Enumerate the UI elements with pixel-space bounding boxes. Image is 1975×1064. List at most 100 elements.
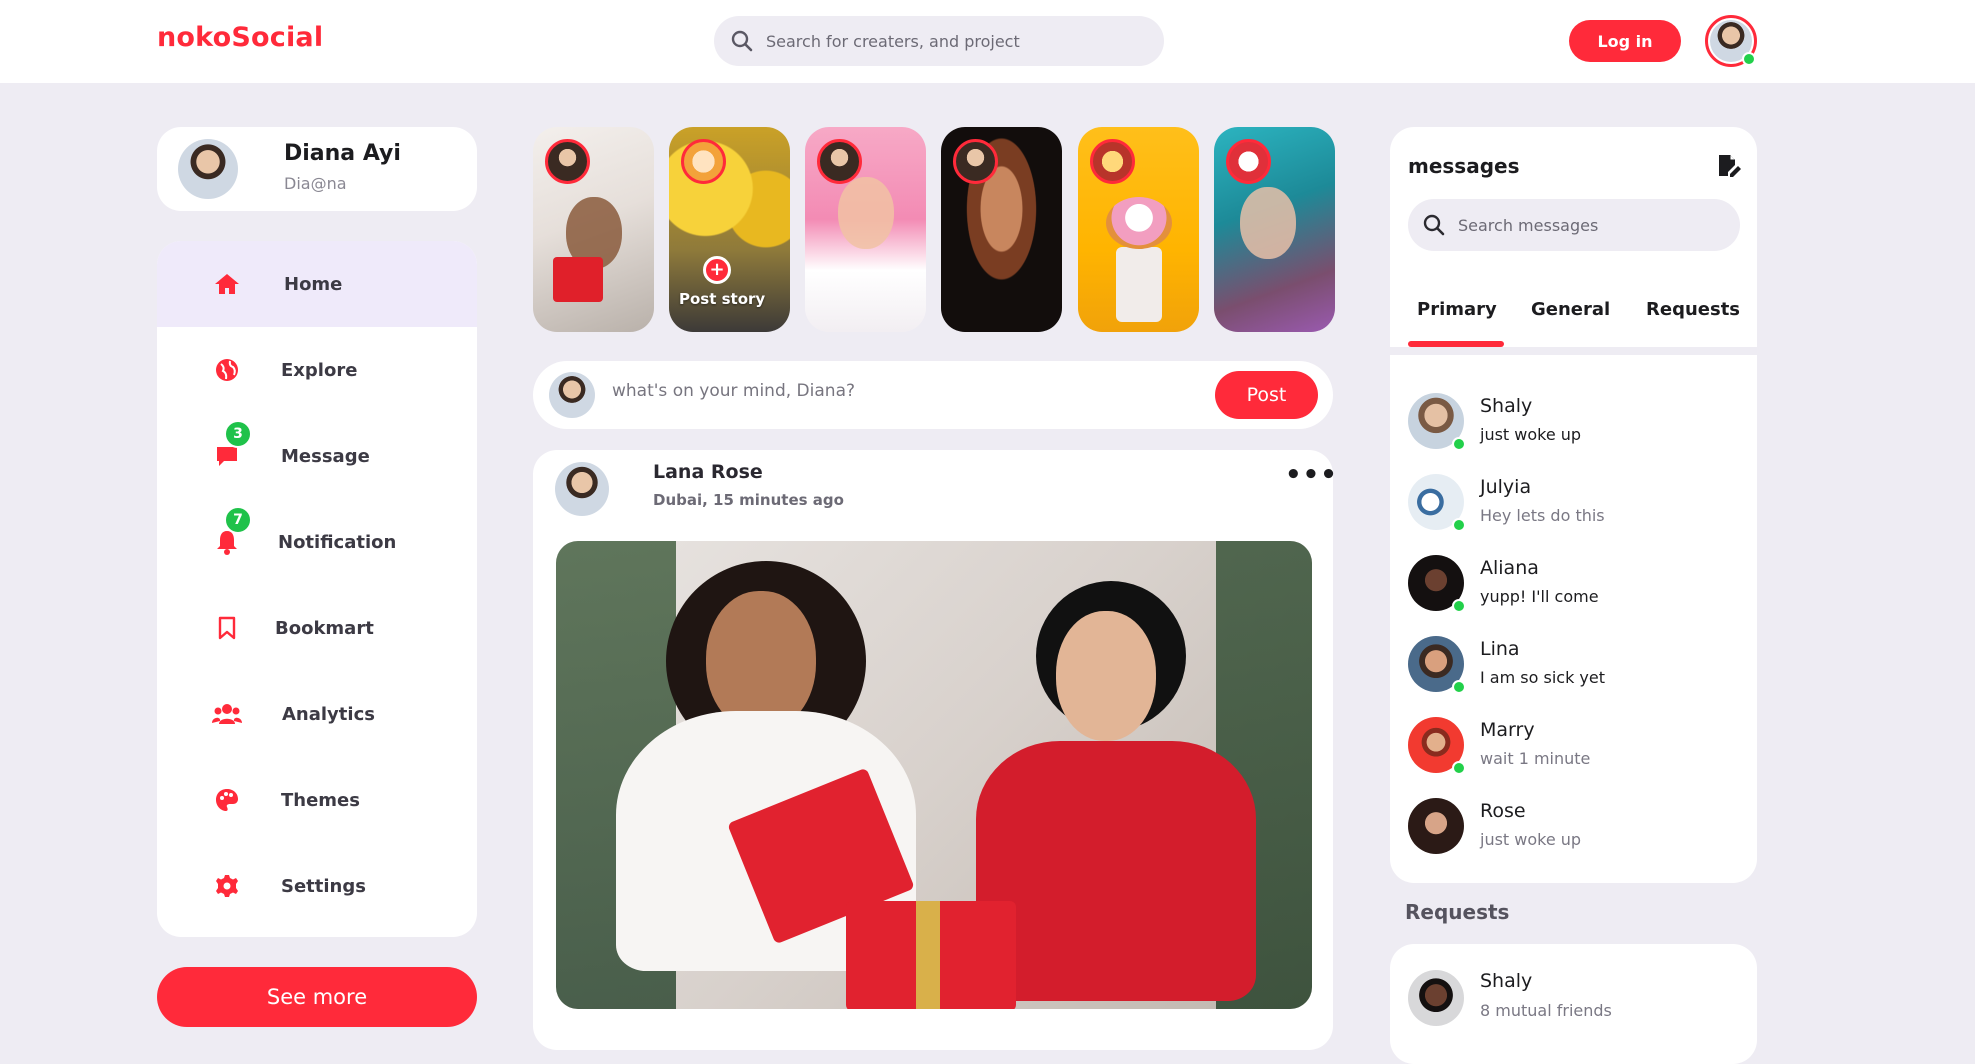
sidebar-nav: Home Explore 3 Message 7 Notification Bo… — [157, 241, 477, 937]
feed-post: Lana Rose Dubai, 15 minutes ago ••• — [533, 450, 1337, 1050]
contact-name: Marry — [1480, 719, 1535, 741]
search-icon — [1423, 214, 1445, 236]
compose-icon[interactable] — [1716, 153, 1742, 183]
gear-icon — [212, 871, 242, 901]
message-preview: just woke up — [1480, 830, 1582, 849]
globe-icon — [212, 355, 242, 385]
message-item[interactable]: Shaly just woke up — [1408, 393, 1738, 453]
plus-icon[interactable]: + — [703, 256, 731, 284]
contact-avatar — [1408, 717, 1466, 775]
online-indicator — [1452, 599, 1466, 613]
story-avatar — [1226, 139, 1271, 184]
sidebar-item-label: Analytics — [282, 703, 375, 725]
profile-handle: Dia@na — [284, 174, 347, 193]
message-preview: I am so sick yet — [1480, 668, 1606, 687]
post-composer: Post — [533, 361, 1333, 429]
login-button[interactable]: Log in — [1569, 20, 1681, 62]
more-options-icon[interactable]: ••• — [1285, 460, 1338, 490]
sidebar-item-bookmark[interactable]: Bookmart — [157, 585, 477, 671]
sidebar-item-settings[interactable]: Settings — [157, 843, 477, 929]
app-logo[interactable]: nokoSocial — [157, 22, 323, 53]
active-tab-indicator — [1408, 341, 1504, 347]
message-preview: wait 1 minute — [1480, 749, 1591, 768]
sidebar-item-label: Notification — [278, 531, 397, 553]
contact-avatar — [1408, 474, 1466, 532]
sidebar-item-label: Home — [284, 273, 343, 295]
messages-search-bar[interactable] — [1408, 199, 1740, 251]
online-indicator — [1452, 761, 1466, 775]
composer-avatar — [549, 372, 595, 418]
author-avatar[interactable] — [555, 462, 609, 516]
tab-general[interactable]: General — [1531, 299, 1610, 320]
story-card-post[interactable]: + Post story — [669, 127, 790, 332]
user-avatar[interactable] — [1705, 15, 1757, 67]
contact-name: Shaly — [1480, 395, 1533, 417]
online-indicator — [1452, 518, 1466, 532]
message-item[interactable]: Rose just woke up — [1408, 798, 1738, 858]
message-item[interactable]: Aliana yupp! I'll come — [1408, 555, 1738, 615]
post-story-label[interactable]: Post story — [679, 290, 765, 308]
home-icon — [212, 269, 242, 299]
sidebar-item-analytics[interactable]: Analytics — [157, 671, 477, 757]
contact-avatar — [1408, 798, 1464, 854]
story-card[interactable] — [533, 127, 654, 332]
requests-heading: Requests — [1405, 900, 1510, 924]
post-meta: Dubai, 15 minutes ago — [653, 491, 844, 509]
messages-search-input[interactable] — [1458, 215, 1740, 235]
story-avatar — [545, 139, 590, 184]
contact-avatar — [1408, 555, 1466, 613]
online-indicator — [1452, 680, 1466, 694]
post-author[interactable]: Lana Rose — [653, 461, 763, 483]
story-avatar — [681, 139, 726, 184]
sidebar-item-notification[interactable]: 7 Notification — [157, 499, 477, 585]
sidebar-item-label: Message — [281, 445, 370, 467]
palette-icon — [212, 785, 242, 815]
top-bar: nokoSocial Log in — [0, 0, 1975, 83]
sidebar-item-label: Settings — [281, 875, 366, 897]
story-card[interactable] — [1214, 127, 1335, 332]
post-image[interactable] — [556, 541, 1312, 1009]
message-item[interactable]: Marry wait 1 minute — [1408, 717, 1738, 777]
composer-input[interactable] — [612, 381, 1112, 401]
online-indicator — [1452, 437, 1466, 451]
sidebar-item-label: Bookmart — [275, 617, 374, 639]
sidebar-item-themes[interactable]: Themes — [157, 757, 477, 843]
post-button[interactable]: Post — [1215, 371, 1318, 419]
story-avatar — [953, 139, 998, 184]
contact-name: Lina — [1480, 638, 1520, 660]
online-indicator — [1742, 52, 1756, 66]
message-item[interactable]: Julyia Hey lets do this — [1408, 474, 1738, 534]
message-item[interactable]: Lina I am so sick yet — [1408, 636, 1738, 696]
message-preview: just woke up — [1480, 425, 1582, 444]
sidebar-item-label: Explore — [281, 359, 358, 381]
top-search-input[interactable] — [766, 31, 1164, 51]
request-avatar — [1408, 970, 1464, 1026]
sidebar-item-home[interactable]: Home — [157, 241, 477, 327]
message-count-badge: 3 — [224, 420, 252, 448]
tab-requests[interactable]: Requests — [1646, 299, 1740, 320]
sidebar-item-label: Themes — [281, 789, 360, 811]
top-search-bar[interactable] — [714, 16, 1164, 66]
request-name: Shaly — [1480, 970, 1533, 992]
friend-request-card[interactable]: Shaly 8 mutual friends — [1390, 944, 1757, 1064]
request-mutual-friends: 8 mutual friends — [1480, 1001, 1612, 1020]
sidebar-item-explore[interactable]: Explore — [157, 327, 477, 413]
story-card[interactable] — [1078, 127, 1199, 332]
story-card[interactable] — [941, 127, 1062, 332]
messages-panel: messages Primary General Requests Shaly … — [1390, 127, 1757, 883]
messages-title: messages — [1408, 154, 1520, 178]
search-icon — [731, 30, 753, 52]
message-preview: Hey lets do this — [1480, 506, 1605, 525]
tab-divider — [1390, 347, 1757, 355]
tab-primary[interactable]: Primary — [1417, 299, 1497, 320]
contact-name: Rose — [1480, 800, 1526, 822]
story-card[interactable] — [805, 127, 926, 332]
users-icon — [212, 699, 242, 729]
contact-name: Aliana — [1480, 557, 1539, 579]
notification-count-badge: 7 — [224, 506, 252, 534]
message-preview: yupp! I'll come — [1480, 587, 1599, 606]
story-avatar — [1090, 139, 1135, 184]
see-more-button[interactable]: See more — [157, 967, 477, 1027]
profile-card[interactable]: Diana Ayi Dia@na — [157, 127, 477, 211]
sidebar-item-message[interactable]: 3 Message — [157, 413, 477, 499]
